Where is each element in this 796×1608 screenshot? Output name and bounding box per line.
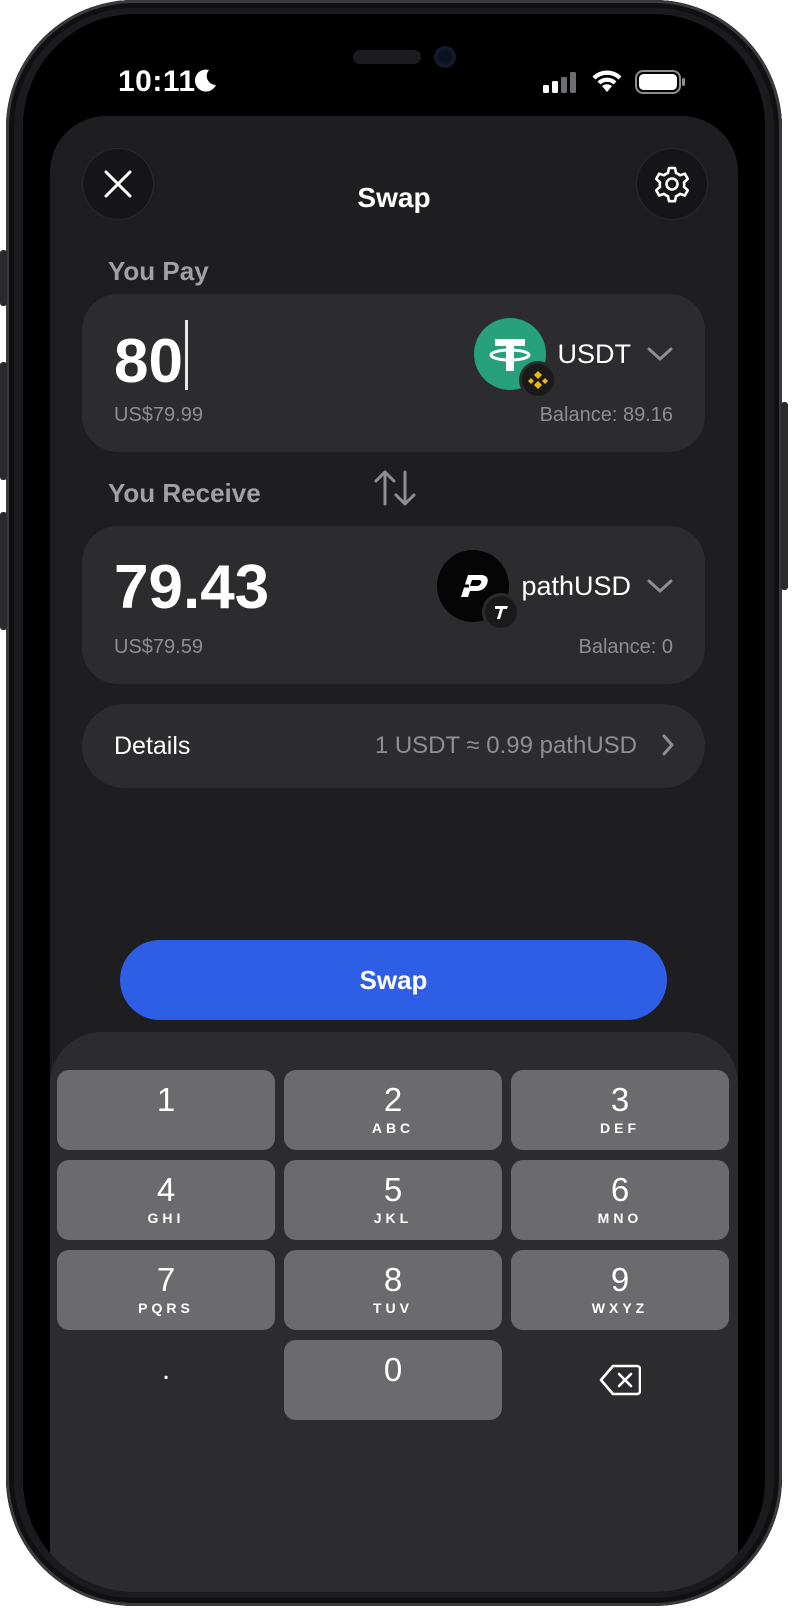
key-6[interactable]: 6 MNO [511, 1160, 729, 1240]
page-title: Swap [357, 182, 431, 213]
screen: 10:11 Swap You Pay 80 US$79.99 USDT Bala… [23, 14, 765, 1592]
receive-amount: 79.43 [114, 553, 270, 622]
bnb-chain-icon [527, 371, 548, 389]
key-letters: PQRS [138, 1300, 194, 1316]
you-receive-label: You Receive [108, 478, 261, 508]
phone-frame: 10:11 Swap You Pay 80 US$79.99 USDT Bala… [0, 0, 788, 1606]
camera-lens [434, 46, 456, 68]
key-letters: TUV [373, 1300, 413, 1316]
status-bar: 10:11 [23, 14, 765, 124]
pay-token-name: USDT [557, 338, 632, 369]
key-digit: 3 [610, 1081, 630, 1118]
exchange-rate: 1 USDT ≈ 0.99 pathUSD [374, 732, 637, 759]
pay-token-selector[interactable]: USDT [473, 318, 674, 396]
settings-button[interactable] [636, 148, 708, 220]
text-cursor [184, 320, 188, 390]
volume-up-button [0, 362, 7, 480]
dynamic-island [353, 50, 421, 64]
power-button [781, 402, 788, 590]
key-digit: 8 [383, 1261, 403, 1298]
key-digit: 9 [610, 1261, 630, 1298]
battery-icon [635, 70, 685, 94]
key-1[interactable]: 1 [57, 1070, 275, 1150]
key-backspace[interactable] [511, 1340, 729, 1420]
key-3[interactable]: 3 DEF [511, 1070, 729, 1150]
key-0[interactable]: 0 [284, 1340, 502, 1420]
moon-icon [194, 69, 216, 92]
backspace-icon [599, 1364, 641, 1396]
wifi-icon [592, 70, 622, 92]
key-digit: 5 [383, 1171, 403, 1208]
tempo-t-icon [495, 606, 509, 619]
receive-token-name: pathUSD [521, 570, 631, 601]
key-decimal[interactable]: . [57, 1340, 275, 1420]
swap-direction-icon[interactable] [373, 468, 417, 508]
key-digit: . [161, 1353, 171, 1386]
gear-icon [654, 166, 690, 203]
key-9[interactable]: 9 WXYZ [511, 1250, 729, 1330]
key-digit: 6 [610, 1171, 630, 1208]
pay-fiat-value: US$79.99 [114, 404, 203, 426]
cellular-signal-icon [543, 72, 576, 93]
pathusd-token-logo [437, 550, 518, 628]
key-digit: 7 [156, 1261, 176, 1298]
key-letters: WXYZ [591, 1300, 649, 1316]
receive-token-selector[interactable]: pathUSD [437, 550, 673, 628]
key-digit: 2 [383, 1081, 403, 1118]
key-2[interactable]: 2 ABC [284, 1070, 502, 1150]
status-time: 10:11 [118, 65, 196, 98]
usdt-token-logo [473, 318, 554, 396]
volume-down-button [0, 512, 7, 630]
key-letters: DEF [600, 1120, 640, 1136]
numeric-keypad: 1 2 ABC 3 DEF 4 GHI 5 JKL 6 MNO 7 PQRS 8 TUV 9 W… [50, 1032, 738, 1592]
receive-fiat-value: US$79.59 [114, 636, 203, 658]
key-digit: 1 [156, 1081, 176, 1118]
receive-card: 79.43 US$79.59 pathUSD Balance: 0 [82, 526, 705, 684]
key-digit: 4 [156, 1171, 176, 1208]
key-letters: JKL [373, 1210, 413, 1226]
key-5[interactable]: 5 JKL [284, 1160, 502, 1240]
pay-card: 80 US$79.99 USDT Balance: 89.16 [82, 294, 705, 452]
chevron-down-icon [647, 579, 673, 593]
key-letters: GHI [147, 1210, 185, 1226]
swap-button[interactable]: Swap [120, 940, 667, 1020]
key-8[interactable]: 8 TUV [284, 1250, 502, 1330]
key-4[interactable]: 4 GHI [57, 1160, 275, 1240]
receive-balance: Balance: 0 [578, 636, 673, 658]
tempo-chain-badge [485, 596, 518, 628]
you-pay-label: You Pay [108, 256, 209, 286]
chevron-right-icon [662, 734, 674, 756]
pay-amount-input[interactable]: 80 [114, 320, 188, 397]
key-7[interactable]: 7 PQRS [57, 1250, 275, 1330]
key-digit: 0 [383, 1351, 403, 1388]
pay-balance: Balance: 89.16 [539, 404, 673, 426]
key-letters: ABC [371, 1120, 415, 1136]
key-letters: MNO [597, 1210, 643, 1226]
chevron-down-icon [647, 347, 673, 361]
mute-switch [0, 250, 7, 306]
pay-amount-value: 80 [114, 327, 183, 396]
details-label: Details [114, 732, 191, 760]
details-row[interactable]: Details 1 USDT ≈ 0.99 pathUSD [82, 704, 705, 788]
bnb-chain-badge [521, 364, 554, 396]
